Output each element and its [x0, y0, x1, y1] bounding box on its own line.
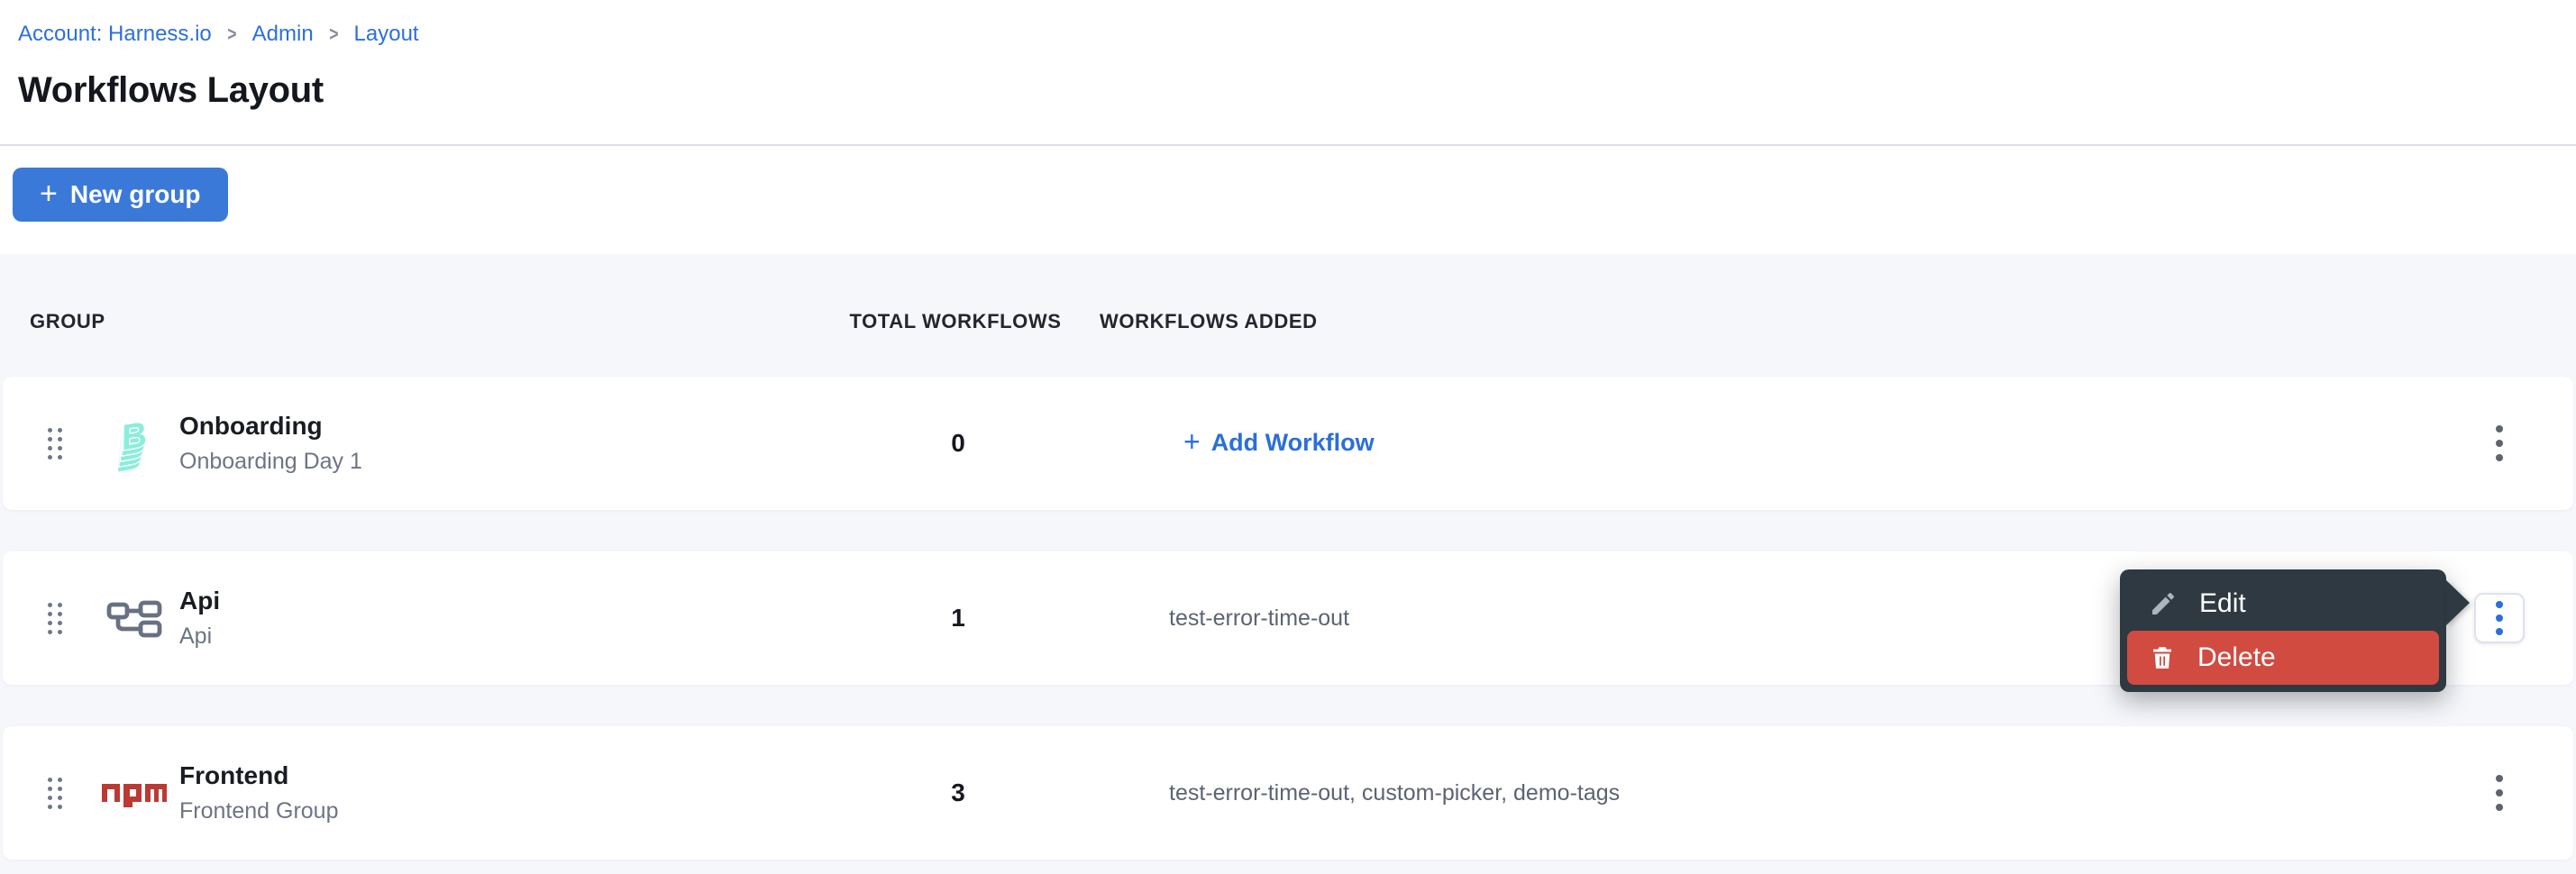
column-header-workflows-added: WORKFLOWS ADDED [1100, 310, 2428, 333]
page-header: Account: Harness.io > Admin > Layout Wor… [0, 0, 2576, 144]
context-menu-delete-label: Delete [2197, 642, 2276, 673]
svg-text:B: B [118, 415, 150, 458]
page-title: Workflows Layout [18, 70, 2576, 111]
group-name: Onboarding [179, 412, 814, 441]
group-info: Frontend Frontend Group [172, 761, 814, 824]
npm-logo [100, 778, 169, 807]
drag-handle[interactable] [48, 778, 62, 809]
action-bar: + New group [0, 146, 2576, 254]
workflows-added-cell: + Add Workflow [1102, 429, 2425, 458]
plus-icon: + [1183, 427, 1201, 456]
workflow-groups-panel: GROUP TOTAL WORKFLOWS WORKFLOWS ADDED B … [0, 254, 2576, 874]
group-name: Api [179, 587, 814, 615]
breadcrumb-admin-link[interactable]: Admin [252, 22, 314, 47]
row-menu-kebab-button[interactable] [2487, 416, 2512, 470]
workflow-tree-icon [106, 596, 162, 640]
workflows-added-cell: test-error-time-out, custom-picker, demo… [1102, 780, 2425, 806]
table-row-frontend: Frontend Frontend Group 3 test-error-tim… [3, 726, 2573, 860]
column-header-group: GROUP [0, 310, 811, 333]
add-workflow-link[interactable]: + Add Workflow [1169, 429, 1375, 457]
context-menu-delete-item[interactable]: Delete [2127, 631, 2439, 685]
group-name: Frontend [179, 761, 814, 790]
context-menu-edit-label: Edit [2199, 588, 2246, 619]
row-menu-kebab-button[interactable] [2487, 766, 2512, 820]
breadcrumb-account-link[interactable]: Account: Harness.io [18, 22, 212, 47]
context-menu-edit-item[interactable]: Edit [2127, 577, 2439, 631]
add-workflow-label: Add Workflow [1211, 429, 1375, 457]
total-workflows-count: 3 [814, 778, 1102, 807]
group-description: Frontend Group [179, 798, 814, 824]
table-row-onboarding: B B B B B Onboarding Onboarding Day 1 0 … [3, 377, 2573, 510]
stacked-b-logo: B B B B B [105, 414, 164, 473]
breadcrumb-separator-icon: > [227, 23, 236, 46]
new-group-button[interactable]: + New group [13, 168, 228, 222]
group-description: Api [179, 624, 814, 650]
row-context-menu: Edit Delete [2120, 569, 2446, 692]
table-header-row: GROUP TOTAL WORKFLOWS WORKFLOWS ADDED [0, 310, 2576, 333]
group-info: Api Api [172, 587, 814, 650]
drag-handle[interactable] [48, 428, 62, 460]
breadcrumb-separator-icon: > [329, 23, 338, 46]
plus-icon: + [40, 178, 58, 209]
total-workflows-count: 1 [814, 604, 1102, 633]
drag-handle[interactable] [48, 603, 62, 634]
group-info: Onboarding Onboarding Day 1 [172, 412, 814, 475]
workflows-layout-page: { "breadcrumb": { "separator": ">", "ite… [0, 0, 2576, 874]
pencil-icon [2149, 589, 2178, 618]
new-group-button-label: New group [70, 180, 201, 209]
group-description: Onboarding Day 1 [179, 449, 814, 475]
breadcrumb: Account: Harness.io > Admin > Layout [18, 22, 2576, 47]
total-workflows-count: 0 [814, 429, 1102, 458]
row-menu-kebab-button-active[interactable] [2474, 593, 2525, 643]
column-header-total-workflows: TOTAL WORKFLOWS [811, 310, 1100, 333]
trash-icon [2149, 643, 2176, 672]
breadcrumb-layout-link[interactable]: Layout [354, 22, 419, 47]
